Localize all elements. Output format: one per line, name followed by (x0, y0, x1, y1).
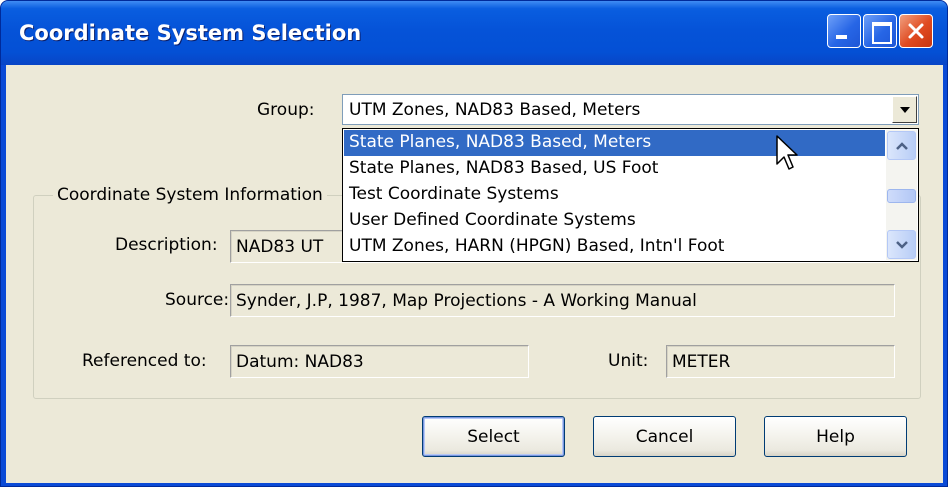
list-item[interactable]: UTM Zones, HARN (HPGN) Based, Intn'l Foo… (344, 234, 885, 260)
maximize-button[interactable] (863, 14, 897, 48)
close-button[interactable] (899, 14, 933, 48)
scroll-up-button[interactable] (887, 131, 916, 160)
cancel-button[interactable]: Cancel (593, 416, 736, 457)
referenced-to-label: Referenced to: (82, 351, 207, 371)
unit-field: METER (666, 345, 895, 378)
title-bar[interactable]: Coordinate System Selection (1, 1, 947, 65)
referenced-to-field: Datum: NAD83 (230, 345, 529, 378)
mouse-pointer-icon (776, 135, 798, 170)
coordinate-info-legend: Coordinate System Information (53, 185, 327, 205)
help-button[interactable]: Help (764, 416, 907, 457)
group-combobox[interactable]: UTM Zones, NAD83 Based, Meters (342, 94, 919, 125)
chevron-down-icon (896, 241, 908, 249)
source-field: Synder, J.P, 1987, Map Projections - A W… (230, 284, 895, 317)
source-label: Source: (165, 290, 230, 310)
scroll-down-button[interactable] (887, 230, 916, 259)
group-dropdown-list[interactable]: State Planes, NAD83 Based, Meters State … (342, 128, 919, 262)
list-item[interactable]: Test Coordinate Systems (344, 182, 885, 208)
dialog-window: Coordinate System Selection Group: UTM Z… (0, 0, 948, 487)
dropdown-scrollbar[interactable] (886, 130, 917, 260)
group-selected-value: UTM Zones, NAD83 Based, Meters (349, 100, 641, 120)
minimize-button[interactable] (827, 14, 861, 48)
list-item[interactable]: User Defined Coordinate Systems (344, 208, 885, 234)
chevron-up-icon (896, 142, 908, 150)
description-label: Description: (115, 235, 218, 255)
scroll-thumb[interactable] (887, 189, 916, 203)
select-button[interactable]: Select (422, 416, 565, 457)
list-item[interactable]: State Planes, NAD83 Based, Meters (344, 130, 885, 156)
unit-label: Unit: (608, 351, 649, 371)
close-icon (908, 23, 924, 39)
chevron-down-icon[interactable] (892, 96, 917, 123)
dialog-client-area: Group: UTM Zones, NAD83 Based, Meters Co… (6, 65, 943, 483)
list-item[interactable]: State Planes, NAD83 Based, US Foot (344, 156, 885, 182)
window-title: Coordinate System Selection (19, 21, 362, 45)
group-label: Group: (257, 100, 315, 120)
